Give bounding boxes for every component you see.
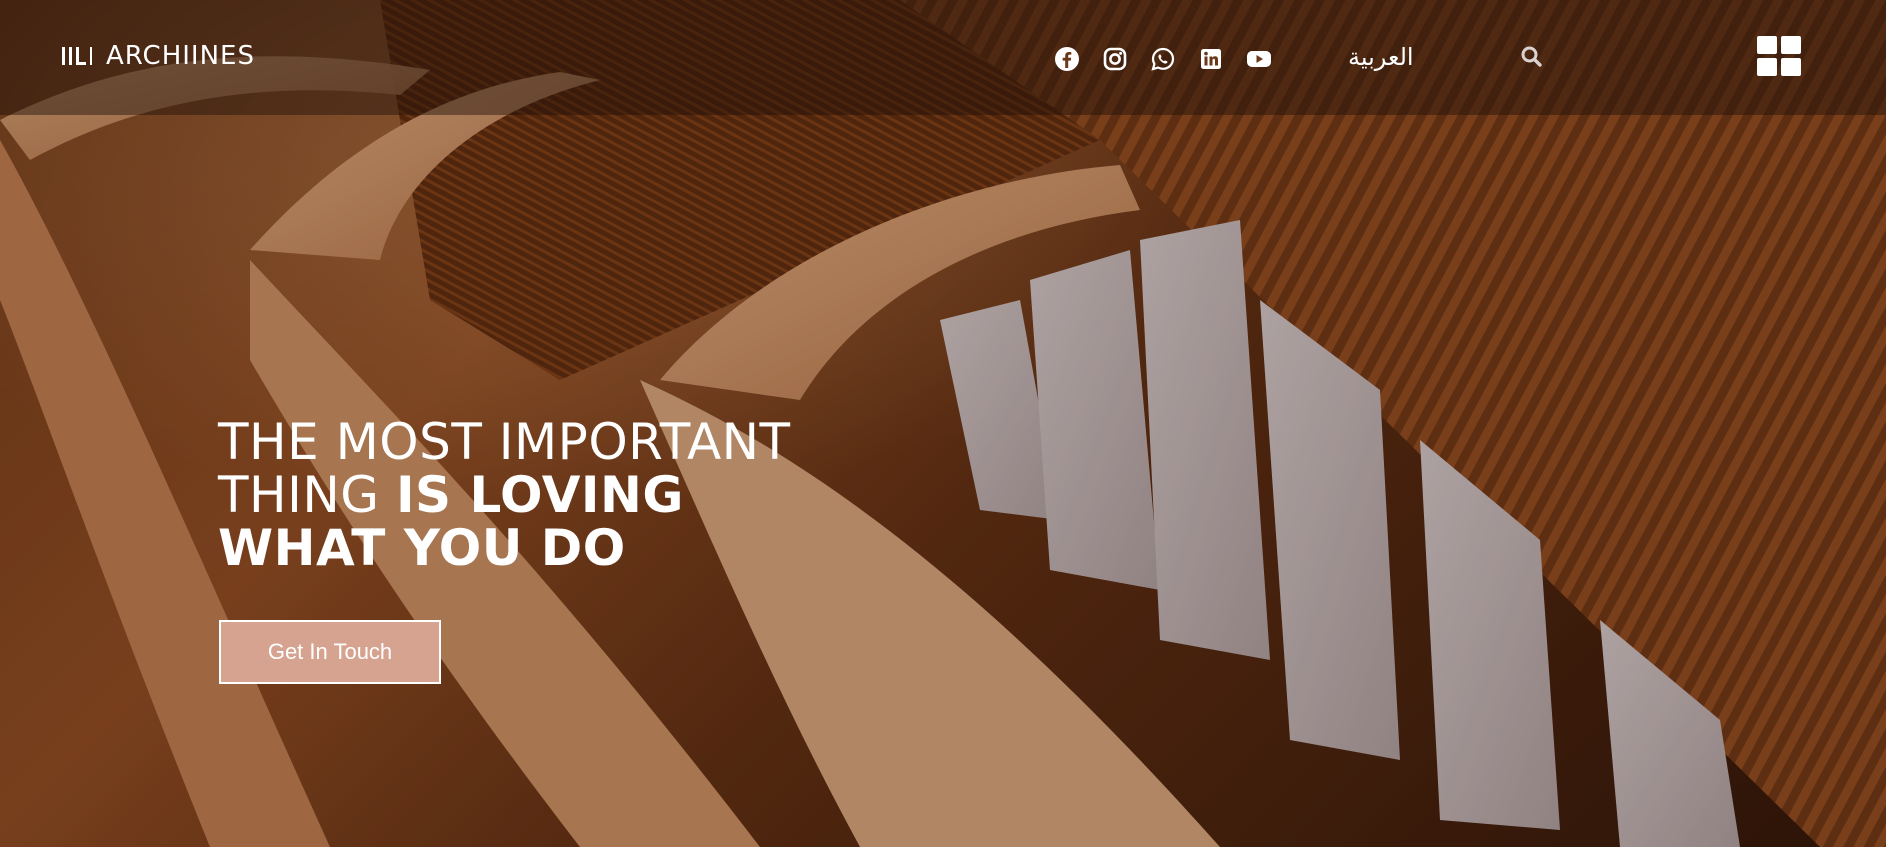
instagram-icon — [1103, 47, 1127, 71]
grid-menu-icon — [1757, 36, 1801, 76]
logo-mark-icon — [62, 47, 92, 65]
headline-line-3: WHAT YOU DO — [218, 519, 626, 577]
language-switch[interactable]: العربية — [1348, 40, 1414, 74]
logo-text: ARCHIINES — [106, 41, 255, 71]
headline-line-1: THE MOST IMPORTANT — [218, 413, 791, 471]
linkedin-link[interactable] — [1198, 46, 1224, 72]
headline-line-2: THING IS LOVING — [218, 466, 684, 524]
hero-headline: THE MOST IMPORTANT THING IS LOVING WHAT … — [218, 416, 791, 575]
facebook-icon — [1055, 47, 1079, 71]
whatsapp-link[interactable] — [1150, 46, 1176, 72]
menu-button[interactable] — [1757, 36, 1801, 76]
hero-section: ARCHIINES العربية THE MOST IMPORTANT THI… — [0, 0, 1886, 847]
site-logo[interactable]: ARCHIINES — [60, 42, 255, 70]
search-button[interactable] — [1519, 44, 1545, 70]
whatsapp-icon — [1151, 47, 1175, 71]
instagram-link[interactable] — [1102, 46, 1128, 72]
linkedin-icon — [1201, 49, 1221, 69]
youtube-link[interactable] — [1246, 46, 1272, 72]
facebook-link[interactable] — [1054, 46, 1080, 72]
top-navigation-bar: ARCHIINES العربية — [0, 0, 1886, 115]
get-in-touch-button[interactable]: Get In Touch — [219, 620, 441, 684]
social-links — [1054, 46, 1294, 72]
youtube-icon — [1247, 51, 1271, 67]
search-icon — [1521, 46, 1542, 67]
